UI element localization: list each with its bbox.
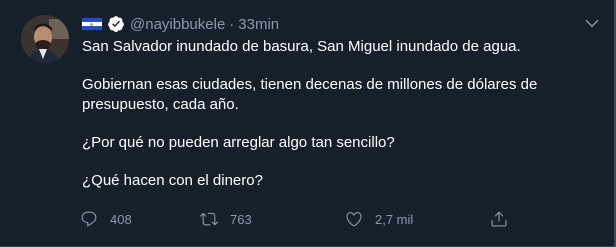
like-button[interactable]: 2,7 mil: [345, 210, 490, 228]
tweet-paragraph: ¿Por qué no pueden arreglar algo tan sen…: [82, 134, 395, 151]
tweet-paragraph: Gobiernan esas ciudades, tienen decenas …: [82, 76, 538, 113]
retweet-count: 763: [230, 211, 252, 227]
user-handle[interactable]: @nayibbukele: [130, 16, 225, 33]
reply-button[interactable]: 408: [80, 210, 200, 228]
verified-badge-icon: [108, 16, 124, 32]
tweet-header: @nayibbukele · 33min: [82, 13, 279, 35]
reply-count: 408: [110, 211, 132, 227]
heart-icon: [346, 212, 362, 227]
reply-icon: [81, 211, 97, 227]
tweet-card[interactable]: @nayibbukele · 33min San Salvador inunda…: [0, 0, 616, 247]
chevron-down-icon[interactable]: [583, 14, 601, 32]
retweet-button[interactable]: 763: [200, 210, 345, 228]
avatar[interactable]: [21, 15, 69, 63]
tweet-text: San Salvador inundado de basura, San Mig…: [82, 37, 602, 209]
share-icon: [491, 211, 507, 227]
tweet-paragraph: San Salvador inundado de basura, San Mig…: [82, 38, 521, 55]
el-salvador-flag-icon: [82, 17, 102, 31]
like-count: 2,7 mil: [375, 211, 414, 227]
retweet-icon: [200, 212, 218, 226]
avatar-photo: [21, 15, 69, 63]
tweet-paragraph: ¿Qué hacen con el dinero?: [82, 172, 263, 189]
tweet-actions: 408 763 2,7 mil: [80, 207, 520, 231]
tweet-timestamp[interactable]: 33min: [238, 16, 279, 33]
share-button[interactable]: [490, 210, 520, 228]
separator-dot: ·: [229, 15, 235, 33]
